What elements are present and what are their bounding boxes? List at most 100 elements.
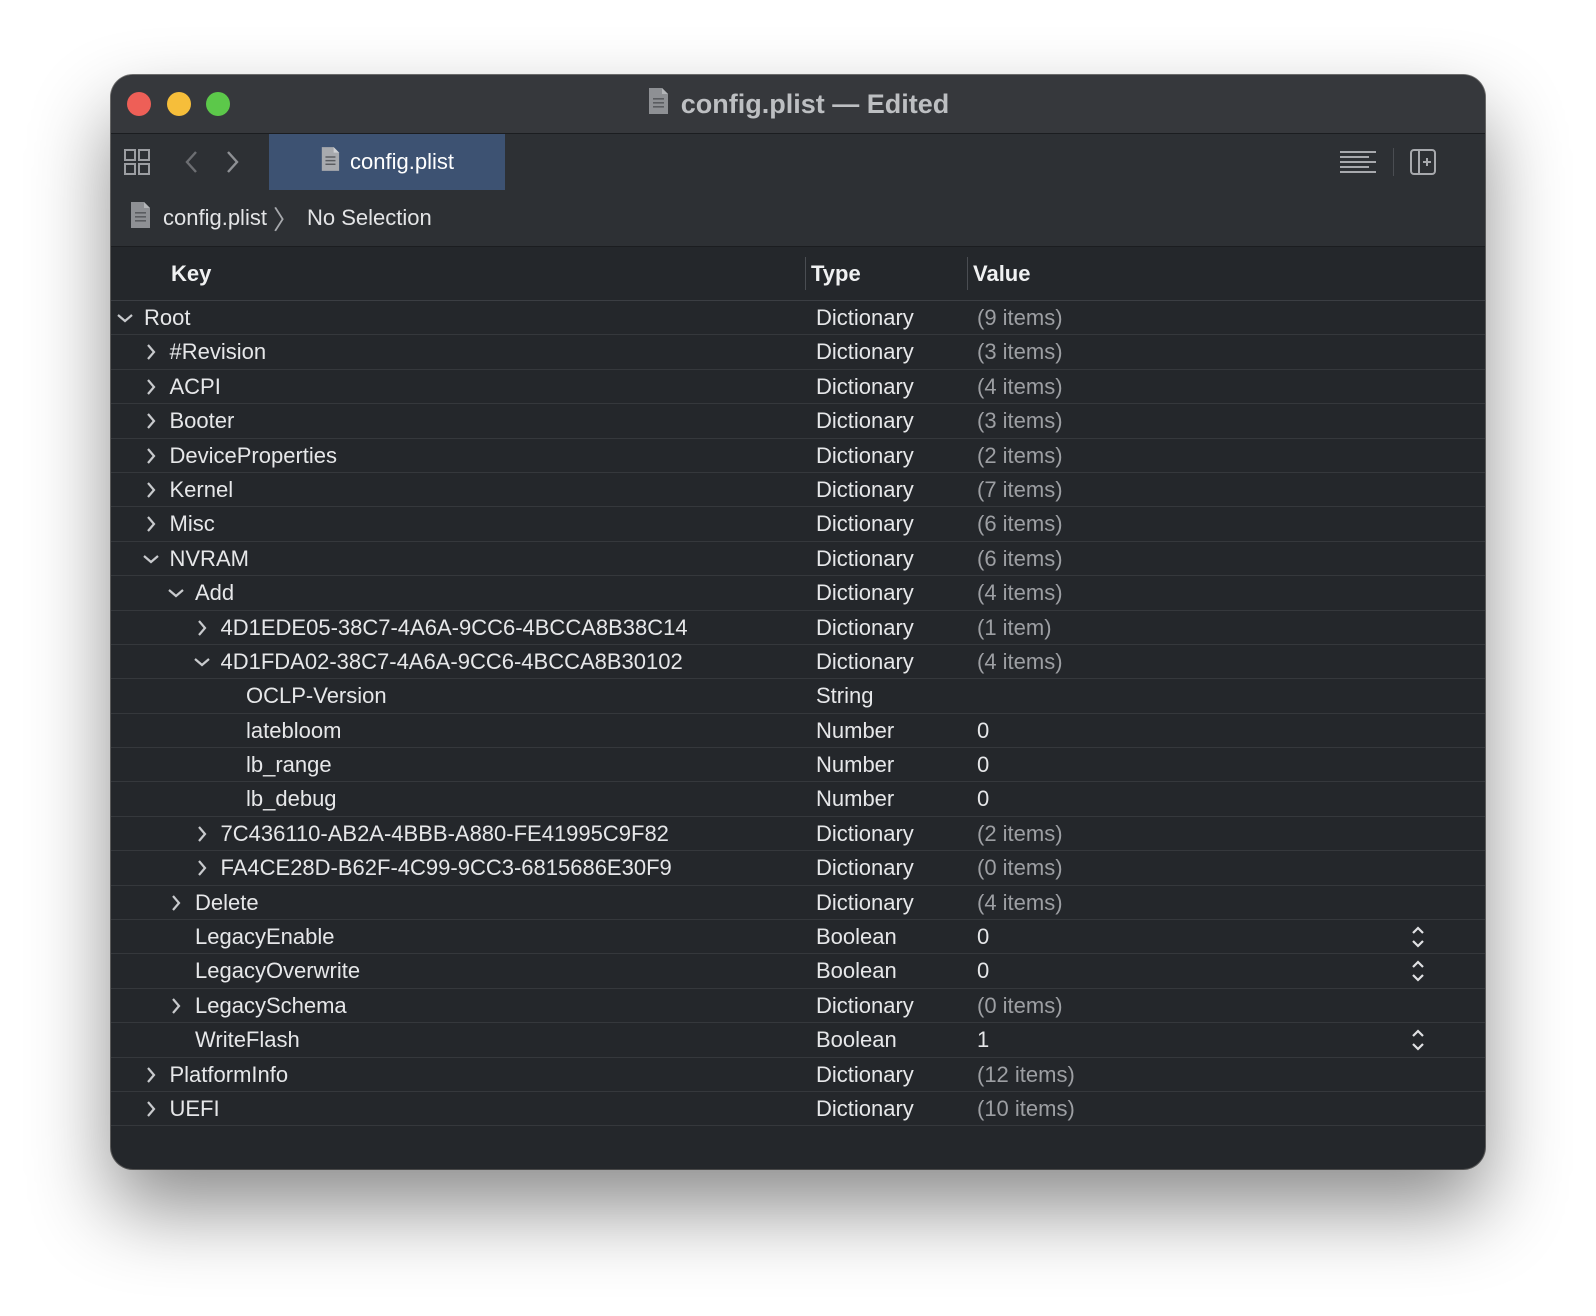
table-row[interactable]: Delete Dictionary (4 items) — [111, 886, 1485, 921]
chevron-right-icon[interactable] — [191, 817, 213, 851]
row-value[interactable]: (0 items) — [977, 989, 1063, 1023]
row-type[interactable]: Dictionary — [816, 542, 914, 576]
chevron-down-icon[interactable] — [140, 542, 162, 576]
table-row[interactable]: 4D1FDA02-38C7-4A6A-9CC6-4BCCA8B30102 Dict… — [111, 645, 1485, 680]
row-type[interactable]: Dictionary — [816, 370, 914, 404]
row-key[interactable]: FA4CE28D-B62F-4C99-9CC3-6815686E30F9 — [221, 851, 672, 885]
row-value[interactable]: (6 items) — [977, 507, 1063, 541]
table-row[interactable]: FA4CE28D-B62F-4C99-9CC3-6815686E30F9 Dict… — [111, 851, 1485, 886]
chevron-right-icon[interactable] — [140, 507, 162, 541]
row-key[interactable]: Booter — [170, 404, 235, 438]
row-key[interactable]: lb_debug — [246, 782, 337, 816]
row-key[interactable]: DeviceProperties — [170, 439, 338, 473]
row-type[interactable]: Boolean — [816, 920, 897, 954]
chevron-down-icon[interactable] — [191, 645, 213, 679]
forward-chevron-icon[interactable] — [223, 148, 243, 176]
row-type[interactable]: Dictionary — [816, 645, 914, 679]
row-value[interactable]: 1 — [977, 1023, 989, 1057]
chevron-down-icon[interactable] — [165, 576, 187, 610]
row-type[interactable]: Dictionary — [816, 507, 914, 541]
column-separator[interactable] — [805, 257, 806, 290]
row-value[interactable]: 0 — [977, 782, 989, 816]
row-type[interactable]: Number — [816, 748, 894, 782]
row-value[interactable]: (2 items) — [977, 439, 1063, 473]
column-separator[interactable] — [967, 257, 968, 290]
table-row[interactable]: LegacyEnable Boolean 0 — [111, 920, 1485, 955]
row-key[interactable]: OCLP-Version — [246, 679, 387, 713]
table-row[interactable]: lb_range Number 0 — [111, 748, 1485, 783]
row-value[interactable]: (4 items) — [977, 576, 1063, 610]
back-chevron-icon[interactable] — [181, 148, 201, 176]
row-key[interactable]: #Revision — [170, 335, 267, 369]
row-value[interactable]: (3 items) — [977, 404, 1063, 438]
chevron-down-icon[interactable] — [114, 301, 136, 335]
table-row[interactable]: OCLP-Version String — [111, 679, 1485, 714]
boolean-stepper-icon[interactable] — [1408, 957, 1428, 985]
row-key[interactable]: 7C436110-AB2A-4BBB-A880-FE41995C9F82 — [221, 817, 669, 851]
row-type[interactable]: Boolean — [816, 954, 897, 988]
chevron-right-icon[interactable] — [140, 473, 162, 507]
chevron-right-icon[interactable] — [165, 989, 187, 1023]
row-type[interactable]: Dictionary — [816, 576, 914, 610]
row-value[interactable]: (12 items) — [977, 1058, 1075, 1092]
row-key[interactable]: lb_range — [246, 748, 332, 782]
row-value[interactable]: (4 items) — [977, 645, 1063, 679]
table-row[interactable]: DeviceProperties Dictionary (2 items) — [111, 439, 1485, 473]
table-row[interactable]: latebloom Number 0 — [111, 714, 1485, 749]
row-type[interactable]: Dictionary — [816, 611, 914, 645]
table-row[interactable]: ACPI Dictionary (4 items) — [111, 370, 1485, 405]
row-type[interactable]: Dictionary — [816, 851, 914, 885]
chevron-right-icon[interactable] — [140, 439, 162, 473]
row-type[interactable]: Dictionary — [816, 886, 914, 920]
row-value[interactable]: (7 items) — [977, 473, 1063, 507]
chevron-right-icon[interactable] — [140, 1092, 162, 1126]
column-header-key[interactable]: Key — [171, 247, 211, 300]
row-value[interactable]: (9 items) — [977, 301, 1063, 335]
row-type[interactable]: Dictionary — [816, 1092, 914, 1126]
row-type[interactable]: Dictionary — [816, 473, 914, 507]
add-panel-icon[interactable] — [1409, 148, 1437, 176]
row-key[interactable]: Root — [144, 301, 190, 335]
table-row[interactable]: Misc Dictionary (6 items) — [111, 507, 1485, 542]
breadcrumb-selection[interactable]: No Selection — [307, 205, 432, 231]
row-value[interactable]: (0 items) — [977, 851, 1063, 885]
lines-icon[interactable] — [1339, 148, 1377, 176]
row-value[interactable]: (3 items) — [977, 335, 1063, 369]
row-key[interactable]: NVRAM — [170, 542, 249, 576]
row-type[interactable]: Dictionary — [816, 817, 914, 851]
row-key[interactable]: PlatformInfo — [170, 1058, 289, 1092]
row-value[interactable]: 0 — [977, 714, 989, 748]
row-type[interactable]: String — [816, 679, 873, 713]
row-type[interactable]: Number — [816, 782, 894, 816]
row-value[interactable]: (4 items) — [977, 370, 1063, 404]
breadcrumb-file[interactable]: config.plist — [163, 205, 267, 231]
table-row[interactable]: LegacyOverwrite Boolean 0 — [111, 954, 1485, 989]
row-type[interactable]: Dictionary — [816, 335, 914, 369]
row-key[interactable]: latebloom — [246, 714, 341, 748]
table-row[interactable]: 7C436110-AB2A-4BBB-A880-FE41995C9F82 Dict… — [111, 817, 1485, 852]
row-key[interactable]: 4D1FDA02-38C7-4A6A-9CC6-4BCCA8B30102 — [221, 645, 683, 679]
row-key[interactable]: LegacyOverwrite — [195, 954, 360, 988]
table-row[interactable]: Booter Dictionary (3 items) — [111, 404, 1485, 439]
table-row[interactable]: #Revision Dictionary (3 items) — [111, 335, 1485, 370]
row-type[interactable]: Dictionary — [816, 301, 914, 335]
row-key[interactable]: Add — [195, 576, 234, 610]
row-key[interactable]: UEFI — [170, 1092, 220, 1126]
table-row[interactable]: 4D1EDE05-38C7-4A6A-9CC6-4BCCA8B38C14 Dict… — [111, 611, 1485, 645]
row-value[interactable]: (10 items) — [977, 1092, 1075, 1126]
table-row[interactable]: Root Dictionary (9 items) — [111, 301, 1485, 336]
row-type[interactable]: Dictionary — [816, 404, 914, 438]
row-key[interactable]: Delete — [195, 886, 259, 920]
row-key[interactable]: WriteFlash — [195, 1023, 300, 1057]
boolean-stepper-icon[interactable] — [1408, 923, 1428, 951]
row-type[interactable]: Dictionary — [816, 989, 914, 1023]
column-header-type[interactable]: Type — [811, 247, 861, 300]
row-key[interactable]: Misc — [170, 507, 215, 541]
row-value[interactable]: (2 items) — [977, 817, 1063, 851]
table-row[interactable]: lb_debug Number 0 — [111, 782, 1485, 817]
row-type[interactable]: Dictionary — [816, 439, 914, 473]
row-value[interactable]: 0 — [977, 920, 989, 954]
row-key[interactable]: ACPI — [170, 370, 221, 404]
row-value[interactable]: 0 — [977, 954, 989, 988]
tab-config-plist[interactable]: config.plist — [269, 134, 505, 190]
